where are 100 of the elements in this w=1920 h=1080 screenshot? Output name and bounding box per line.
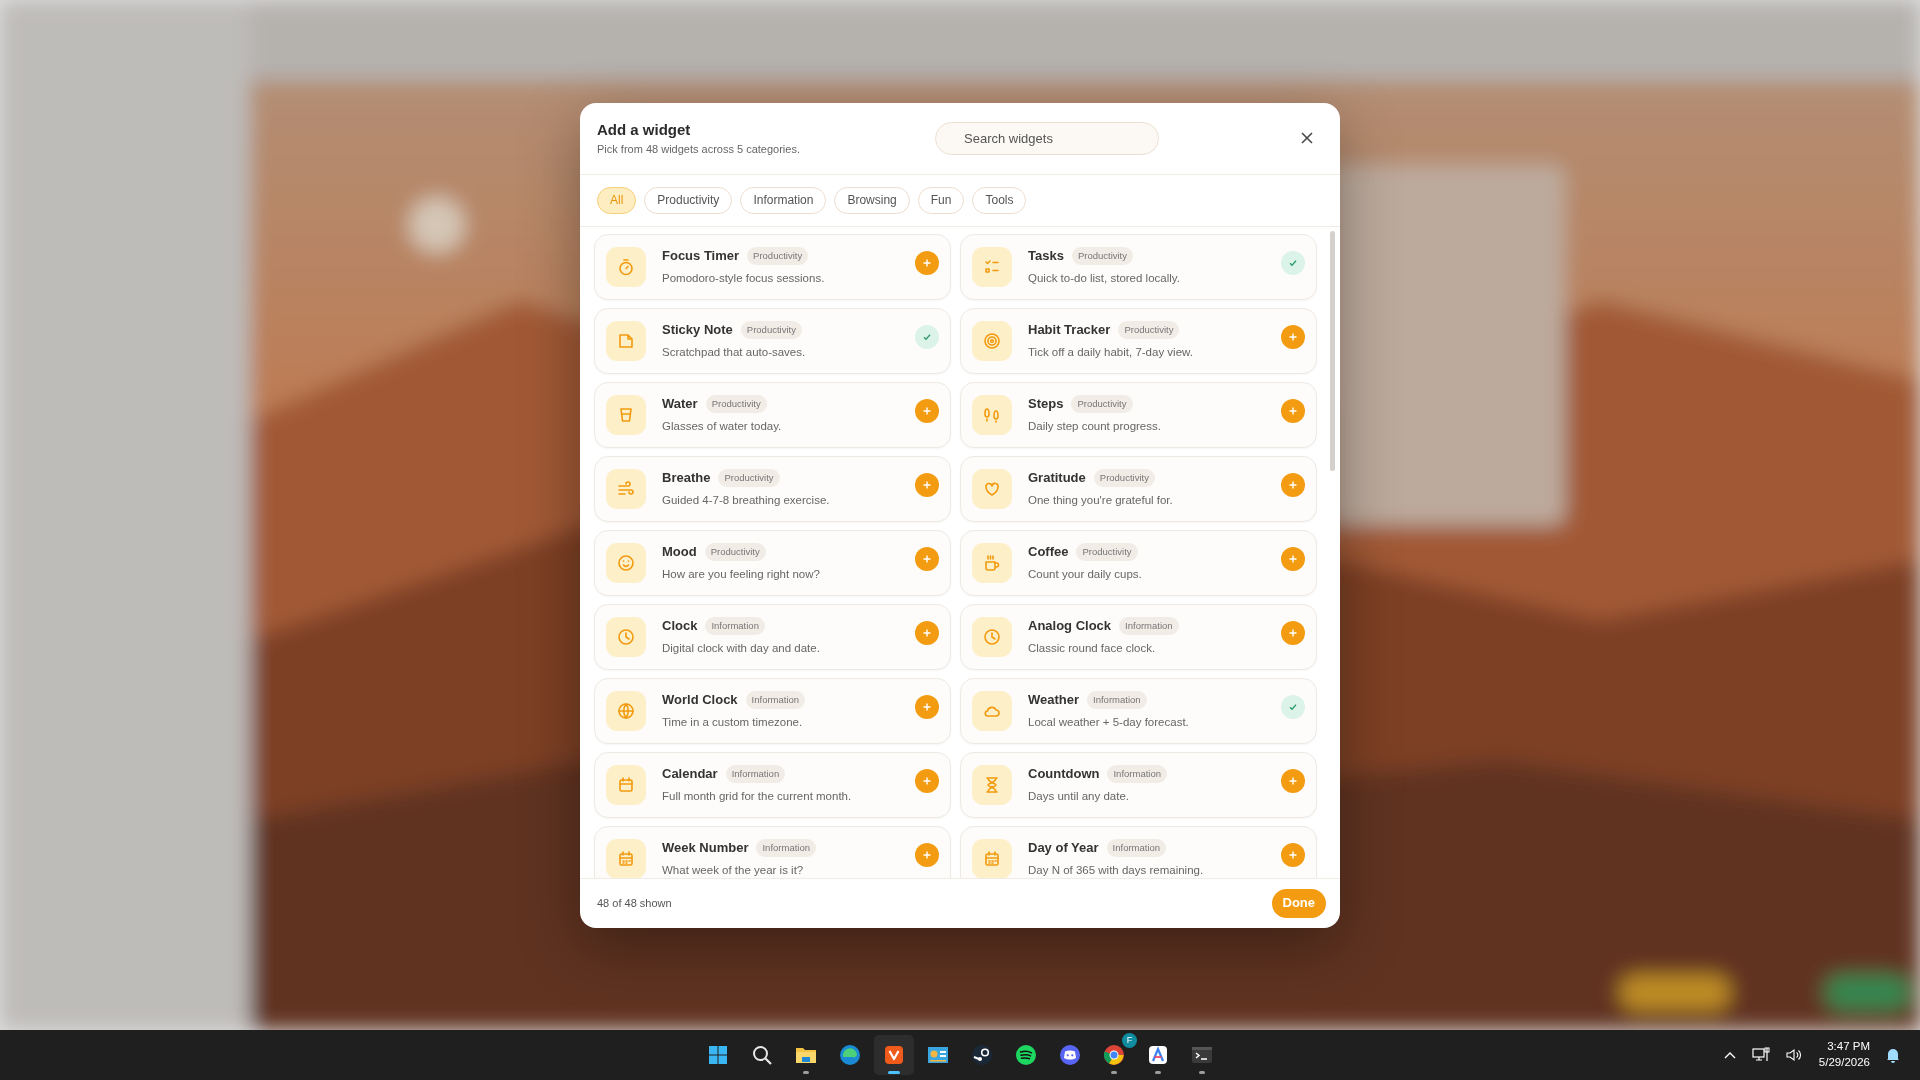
widget-card[interactable]: Coffee Productivity Count your daily cups. — [960, 529, 1317, 596]
widget-name: World Clock — [662, 691, 738, 710]
add-button[interactable] — [1281, 842, 1305, 867]
search-field[interactable]: Search widgets — [935, 121, 1159, 155]
calendar-icon — [616, 774, 636, 795]
category-tag: Productivity — [1076, 542, 1138, 561]
widget-card[interactable]: Clock Information Digital clock with day and date. — [594, 603, 951, 670]
add-button[interactable] — [915, 398, 939, 423]
widget-card[interactable]: World Clock Information Time in a custom timezone. — [594, 677, 951, 744]
widget-card[interactable]: Gratitude Productivity One thing you're grateful for. — [960, 455, 1317, 522]
network-icon[interactable] — [1751, 1047, 1770, 1063]
add-button[interactable] — [1281, 620, 1305, 645]
add-button[interactable] — [1281, 546, 1305, 571]
widget-description: What week of the year is it? — [662, 862, 805, 878]
added-button[interactable] — [1281, 694, 1305, 719]
widget-name: Sticky Note — [662, 321, 733, 340]
widget-card[interactable]: Focus Timer Productivity Pomodoro-style focus sessions. — [594, 233, 951, 300]
add-button[interactable] — [1281, 768, 1305, 793]
dialog-title: Add a widget — [597, 119, 692, 140]
added-button[interactable] — [915, 324, 939, 349]
category-tag: Information — [725, 764, 786, 783]
category-tag: Productivity — [1071, 394, 1133, 413]
widget-card[interactable]: Day of Year Information Day N of 365 with days remaining. — [960, 825, 1317, 878]
chevron-up-icon[interactable] — [1723, 1051, 1736, 1059]
widget-name: Tasks — [1028, 247, 1064, 266]
category-tab[interactable]: Browsing — [834, 186, 910, 214]
result-count: 48 of 48 shown — [597, 895, 672, 911]
widget-card[interactable]: Analog Clock Information Classic round face clock. — [960, 603, 1317, 670]
add-button[interactable] — [1281, 398, 1305, 423]
plus-icon — [1288, 405, 1298, 416]
scrollbar[interactable] — [1330, 230, 1335, 471]
widget-card[interactable]: Sticky Note Productivity Scratchpad that auto-saves. — [594, 307, 951, 374]
chat-icon — [1058, 1043, 1082, 1067]
widget-card[interactable]: Mood Productivity How are you feeling right now? — [594, 529, 951, 596]
added-button[interactable] — [1281, 250, 1305, 275]
running-indicator — [888, 1071, 900, 1074]
widget-card[interactable]: Breathe Productivity Guided 4-7-8 breathing exercise. — [594, 455, 951, 522]
widget-name: Mood — [662, 543, 697, 562]
category-tab[interactable]: Information — [740, 186, 827, 214]
add-button[interactable] — [915, 620, 939, 645]
plus-icon — [922, 479, 932, 490]
taskbar-button[interactable]: F — [1094, 1035, 1134, 1075]
add-button[interactable] — [915, 250, 939, 275]
widget-name: Habit Tracker — [1028, 321, 1111, 340]
category-tag: Productivity — [718, 468, 780, 487]
category-tag: Productivity — [704, 542, 766, 561]
start-icon — [706, 1043, 730, 1067]
plus-icon — [1288, 627, 1298, 638]
widget-description: Glasses of water today. — [662, 418, 783, 434]
widget-description: Tick off a daily habit, 7-day view. — [1028, 344, 1194, 360]
add-button[interactable] — [915, 842, 939, 867]
widget-description: Day N of 365 with days remaining. — [1028, 862, 1205, 878]
widget-card[interactable]: Water Productivity Glasses of water today. — [594, 381, 951, 448]
bell-icon[interactable] — [1886, 1047, 1900, 1063]
calendar-icon — [616, 848, 636, 869]
category-tab[interactable]: Productivity — [644, 186, 733, 214]
triangle-app-icon — [1146, 1043, 1170, 1067]
widget-description: Full month grid for the current month. — [662, 788, 853, 804]
target-icon — [982, 330, 1002, 351]
clock-date: 5/29/2026 — [1818, 1055, 1870, 1070]
widget-card[interactable]: Countdown Information Days until any date. — [960, 751, 1317, 818]
smiley-icon — [616, 552, 636, 573]
category-tab[interactable]: Fun — [917, 186, 965, 214]
widget-card[interactable]: Week Number Information What week of the year is it? — [594, 825, 951, 878]
check-icon — [1288, 257, 1298, 268]
add-button[interactable] — [915, 472, 939, 497]
plus-icon — [922, 701, 932, 712]
widget-description: Local weather + 5-day forecast. — [1028, 714, 1190, 730]
add-button[interactable] — [1281, 472, 1305, 497]
widget-card[interactable]: Weather Information Local weather + 5-day forecast. — [960, 677, 1317, 744]
category-tag: Productivity — [705, 394, 767, 413]
widget-description: Digital clock with day and date. — [662, 640, 821, 656]
add-button[interactable] — [915, 768, 939, 793]
add-button[interactable] — [1281, 324, 1305, 349]
taskbar-button[interactable] — [874, 1035, 914, 1075]
category-tag: Information — [756, 838, 816, 857]
widget-card[interactable]: Tasks Productivity Quick to-do list, stored locally. — [960, 233, 1317, 300]
add-button[interactable] — [915, 546, 939, 571]
plus-icon — [922, 553, 932, 564]
widget-name: Water — [662, 395, 698, 414]
widget-name: Day of Year — [1028, 839, 1099, 858]
volume-icon[interactable] — [1785, 1048, 1803, 1062]
category-tag: Productivity — [1093, 468, 1155, 487]
widget-name: Coffee — [1028, 543, 1069, 562]
widget-name: Focus Timer — [662, 247, 740, 266]
stopwatch-icon — [616, 256, 636, 277]
widget-card[interactable]: Habit Tracker Productivity Tick off a daily habit, 7-day view. — [960, 307, 1317, 374]
widget-card[interactable]: Steps Productivity Daily step count progress. — [960, 381, 1317, 448]
plus-icon — [1288, 775, 1298, 786]
widget-name: Analog Clock — [1028, 617, 1112, 636]
category-tag: Information — [745, 690, 806, 709]
plus-icon — [922, 627, 932, 638]
widget-card[interactable]: Calendar Information Full month grid for the current month. — [594, 751, 951, 818]
widget-description: Count your daily cups. — [1028, 566, 1143, 582]
widget-name: Calendar — [662, 765, 718, 784]
widget-description: Pomodoro-style focus sessions. — [662, 270, 826, 286]
plus-icon — [922, 849, 932, 860]
category-tab[interactable]: Tools — [972, 186, 1027, 214]
plus-icon — [922, 257, 932, 268]
add-button[interactable] — [915, 694, 939, 719]
